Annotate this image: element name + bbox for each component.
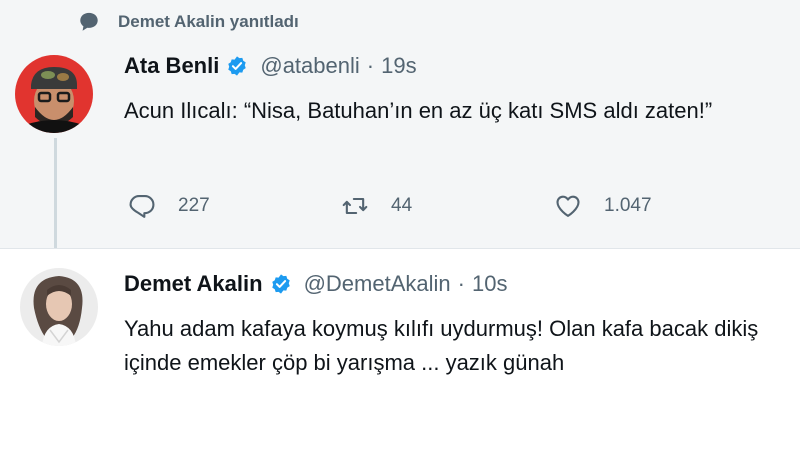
display-name[interactable]: Ata Benli [124,53,219,79]
reply-context: Demet Akalin yanıtladı [78,8,299,36]
separator-dot: · [366,53,375,78]
separator-dot: · [457,271,465,296]
handle[interactable]: @atabenli [260,53,359,79]
reply-button[interactable]: 227 [128,190,210,222]
verified-badge-icon [228,56,247,76]
like-button[interactable]: 1.047 [554,190,652,222]
timestamp[interactable]: 19s [381,53,416,79]
speech-bubble-icon [80,12,98,31]
heart-icon [556,195,580,217]
like-count: 1.047 [604,195,652,216]
tweet-header: Ata Benli @atabenli · 19s [124,50,417,82]
reply-count: 227 [178,195,210,216]
tweet-header: Demet Akalin @DemetAkalin · 10s [124,268,507,300]
avatar[interactable] [15,55,93,133]
retweet-count: 44 [391,195,413,216]
parent-tweet[interactable]: Demet Akalin yanıtladı Ata Benli @ataben… [0,0,800,266]
reply-context-label: Demet Akalin yanıtladı [118,12,299,31]
timestamp[interactable]: 10s [472,271,507,297]
avatar[interactable] [20,268,98,346]
reply-icon [129,195,155,218]
retweet-icon [342,197,368,215]
tweet-text: Acun Ilıcalı: “Nisa, Batuhan’ın en az üç… [124,98,713,123]
retweet-button[interactable]: 44 [341,190,412,222]
thread-connector-line [54,138,57,266]
tweet-text: Yahu adam kafaya koymuş kılıfı uydurmuş!… [124,316,759,375]
handle[interactable]: @DemetAkalin [304,271,451,297]
display-name[interactable]: Demet Akalin [124,271,263,297]
verified-badge-icon [271,274,290,294]
